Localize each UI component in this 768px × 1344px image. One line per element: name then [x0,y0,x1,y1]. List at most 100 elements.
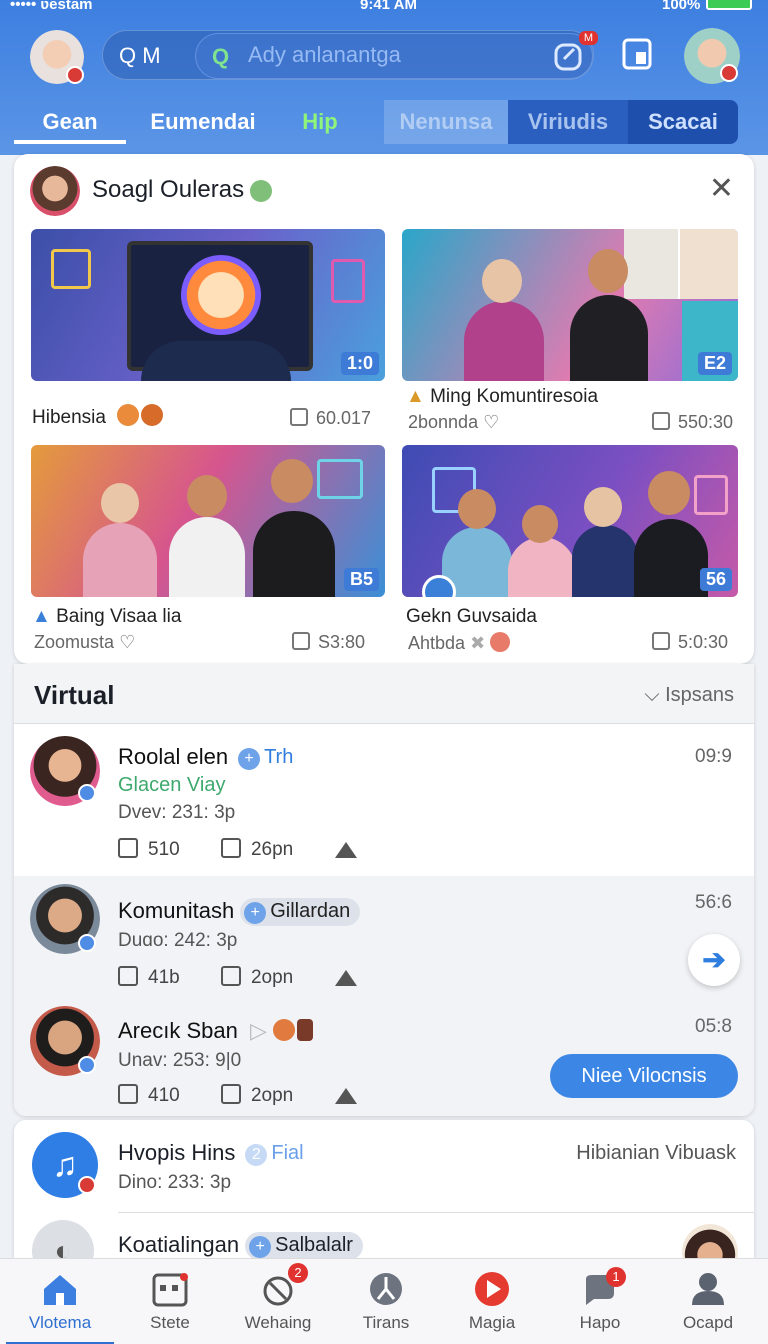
like-icon[interactable] [290,408,308,426]
list-item[interactable]: Roolal elen + Trh Glacen Viay Dvev: 231: 3… [14,724,754,876]
tab-nenunsa[interactable]: Nenunsa [384,100,508,144]
plus-icon: + [249,1236,272,1258]
row-name-text: Komunitash [118,898,235,923]
like-icon[interactable] [292,632,310,650]
video-thumbnail[interactable]: B5 [31,445,385,597]
status-dot-icon [66,66,84,84]
section-title: Virtual [34,680,115,710]
share-button[interactable] [334,839,367,861]
item-title-text: Baing Visaa lia [56,606,182,627]
duration-tag: 56 [699,568,732,591]
person-head [187,475,227,517]
like-icon[interactable] [652,632,670,650]
comment-button[interactable]: 2opn [220,966,293,989]
list-item[interactable]: Komunitash + Gillardan Duɑo: 242: 3p 56:6 … [14,876,754,1000]
comment-count: 2opn [250,1085,294,1106]
video-thumbnail[interactable]: 56 [402,445,738,597]
person-head [482,259,522,303]
item-sub: 2bonnda ♡ [408,412,499,433]
pill-label: Gillardan [270,900,351,922]
row-time: 09:9 [695,746,732,767]
item-title-text: Ming Komuntiresoia [430,386,599,407]
tab-scacai[interactable]: Scacai [628,100,738,144]
item-title: ▲ Ming Komuntiresoia [406,386,598,408]
edit-button[interactable]: M [550,31,598,77]
tag-pill[interactable]: + Gillardan [240,898,361,926]
row-name-text: Arecık Sban [118,1018,238,1043]
mountain-icon: ▲ [32,606,51,627]
nav-tools[interactable]: 2 Wehaing [224,1259,332,1344]
person-figure [169,517,245,597]
tab-gean[interactable]: Gean [14,100,126,144]
comment-icon [220,838,241,858]
like-button[interactable]: 510 [118,838,180,861]
search-field[interactable]: Q M [195,31,598,79]
play-icon [475,1272,509,1306]
nav-calendar[interactable]: Stete [116,1259,224,1344]
heart-icon[interactable]: ♡ [119,632,135,652]
nav-chat[interactable]: 1 Hapo [546,1259,654,1344]
chevron-down-icon: ⌵ [644,684,660,706]
forward-arrow-icon[interactable]: ➔ [688,934,740,986]
person-head [271,459,313,503]
item-title: Gekn Guvsaida [406,606,537,627]
dropdown-label: Ispsans [665,684,734,706]
search-bar[interactable]: Q M Q M [102,30,598,80]
comment-icon [220,1084,241,1104]
search-input[interactable] [248,42,528,68]
person-figure [253,511,335,597]
app-header: ••••• ʋestam 9:41 AM 100% Q M Q M [0,0,768,155]
item-title: Hibensia [32,404,164,429]
creator-avatar[interactable] [30,166,80,216]
nav-home[interactable]: Vlotema [6,1259,114,1344]
window-button[interactable] [620,36,660,76]
nav-explore[interactable]: Tirans [332,1259,440,1344]
battery-percent: 100% [662,0,701,13]
tag-icon: ✖ [470,633,486,653]
pill-label: Salbalalr [275,1234,353,1256]
row-actions: 510 26pn [118,838,403,861]
verified-icon [78,934,96,952]
video-thumbnail[interactable]: 1:0 [31,229,385,381]
tag-pill[interactable]: + Trh [234,744,303,772]
heart-icon[interactable]: ♡ [483,412,499,432]
poster-frame [51,249,91,289]
comment-button[interactable]: 26pn [220,838,294,861]
comment-button[interactable]: 2opn [220,1084,294,1107]
cta-button[interactable]: Niee Vilocnsis [550,1054,738,1098]
tag-pill[interactable]: + Salbalalr [245,1232,363,1260]
video-thumbnail[interactable]: E2 [402,229,738,381]
sort-dropdown[interactable]: ⌵ Ispsans [644,684,734,707]
calendar-icon [152,1273,188,1307]
tab-viriudis[interactable]: Viriudis [508,100,628,144]
nav-media[interactable]: Magia [438,1259,546,1344]
person-figure [83,523,157,597]
row-time: 05:8 [695,1016,732,1037]
poster-frame [331,259,365,303]
like-icon [118,838,138,858]
like-icon[interactable] [652,412,670,430]
nav-profile[interactable]: Ocapd [654,1259,762,1344]
row-meta: Unav: 253: 9|0 [118,1050,242,1071]
inset-video [624,229,738,299]
duration-tag: B5 [343,568,379,591]
comment-count: 26pn [250,839,294,860]
search-mode-label[interactable]: Q M [119,43,161,69]
share-button[interactable] [334,1085,367,1107]
like-count: 510 [148,839,180,860]
status-bar: ••••• ʋestam 9:41 AM 100% [0,0,768,16]
window-icon [622,38,652,70]
record-icon [490,632,511,652]
tab-eumendai[interactable]: Eumendai [140,100,266,144]
like-button[interactable]: 410 [118,1084,180,1107]
tab-hip[interactable]: Hip [290,100,350,144]
nav-label: Tirans [362,1313,410,1332]
panel-link[interactable]: Hibianian Vibuask [576,1142,736,1165]
close-icon[interactable]: ✕ [709,174,734,204]
item-sub: Zoomusta ♡ [34,632,135,653]
battery-icon [706,0,752,10]
share-button[interactable] [334,967,367,989]
tag-pill[interactable]: 2 Fial [241,1140,313,1168]
bottom-navigation: Vlotema Stete 2 Wehaing Tirans Magia 1 H… [0,1258,768,1344]
like-button[interactable]: 41b [118,966,180,989]
